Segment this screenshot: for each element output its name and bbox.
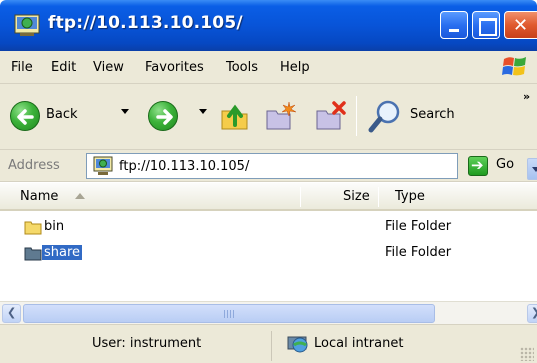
go-label: Go <box>496 157 515 172</box>
up-folder-icon[interactable] <box>219 101 251 133</box>
column-divider[interactable] <box>378 187 379 207</box>
file-type: File Folder <box>385 219 452 234</box>
maximize-button[interactable] <box>472 11 500 39</box>
ftp-globe-icon <box>14 14 40 36</box>
forward-button[interactable] <box>140 84 218 150</box>
toolbar-overflow-icon[interactable]: » <box>523 90 530 103</box>
column-divider[interactable] <box>300 187 301 207</box>
column-type-header[interactable]: Type <box>395 189 425 204</box>
scroll-right-button[interactable] <box>527 304 537 323</box>
back-arrow-icon <box>10 101 40 131</box>
menu-file[interactable]: File <box>11 60 33 75</box>
column-headers: Name Size Type <box>0 183 537 211</box>
go-arrow-icon <box>468 156 488 176</box>
menu-bar: File Edit View Favorites Tools Help <box>0 51 537 84</box>
local-intranet-icon <box>287 336 308 353</box>
file-name[interactable]: share <box>42 245 83 260</box>
address-input[interactable]: ftp://10.113.10.105/ <box>86 153 537 180</box>
scrollbar-grip <box>224 310 236 318</box>
back-label: Back <box>46 107 78 122</box>
forward-arrow-icon <box>148 101 178 131</box>
close-button[interactable] <box>504 11 537 39</box>
sort-ascending-icon <box>75 193 85 199</box>
list-item[interactable]: bin File Folder <box>0 216 537 238</box>
file-name[interactable]: bin <box>42 219 66 234</box>
menu-view[interactable]: View <box>93 60 124 75</box>
list-item[interactable]: share File Folder <box>0 242 537 264</box>
scroll-left-button[interactable] <box>2 304 21 323</box>
window-title: ftp://10.113.10.105/ <box>48 13 243 33</box>
back-button[interactable]: Back <box>6 84 134 150</box>
address-label: Address <box>8 158 60 173</box>
forward-dropdown-icon[interactable] <box>199 109 207 114</box>
search-icon <box>368 100 400 133</box>
menu-help[interactable]: Help <box>280 60 310 75</box>
search-label: Search <box>410 107 455 122</box>
new-folder-icon[interactable] <box>264 99 298 133</box>
minimize-button[interactable] <box>440 11 468 39</box>
delete-icon[interactable] <box>314 99 348 133</box>
horizontal-scrollbar[interactable] <box>0 301 537 324</box>
folder-icon <box>24 247 42 261</box>
column-name-header[interactable]: Name <box>20 189 58 204</box>
column-size-header[interactable]: Size <box>343 189 370 204</box>
ftp-site-icon <box>93 156 113 175</box>
windows-logo-icon <box>502 57 526 76</box>
menu-tools[interactable]: Tools <box>226 60 258 75</box>
status-bar: User: instrument Local intranet <box>0 324 537 363</box>
file-type: File Folder <box>385 245 452 260</box>
address-bar: Address ftp://10.113.10.105/ Go <box>0 150 537 182</box>
folder-icon <box>24 221 42 235</box>
standard-toolbar: Back Search » <box>0 84 537 150</box>
go-button[interactable]: Go <box>468 154 530 178</box>
address-value: ftp://10.113.10.105/ <box>119 159 250 174</box>
menu-favorites[interactable]: Favorites <box>145 60 204 75</box>
title-bar[interactable]: ftp://10.113.10.105/ <box>0 0 537 51</box>
back-dropdown-icon[interactable] <box>121 109 129 114</box>
status-user: User: instrument <box>92 336 202 351</box>
resize-grip[interactable] <box>520 347 534 361</box>
scrollbar-thumb[interactable] <box>23 304 435 323</box>
status-user-panel: User: instrument <box>0 331 272 361</box>
menu-edit[interactable]: Edit <box>51 60 76 75</box>
search-button[interactable]: Search <box>368 84 468 150</box>
toolbar-separator <box>356 96 357 136</box>
status-zone: Local intranet <box>314 336 404 351</box>
file-list[interactable]: bin File Folder share File Folder <box>0 211 537 301</box>
